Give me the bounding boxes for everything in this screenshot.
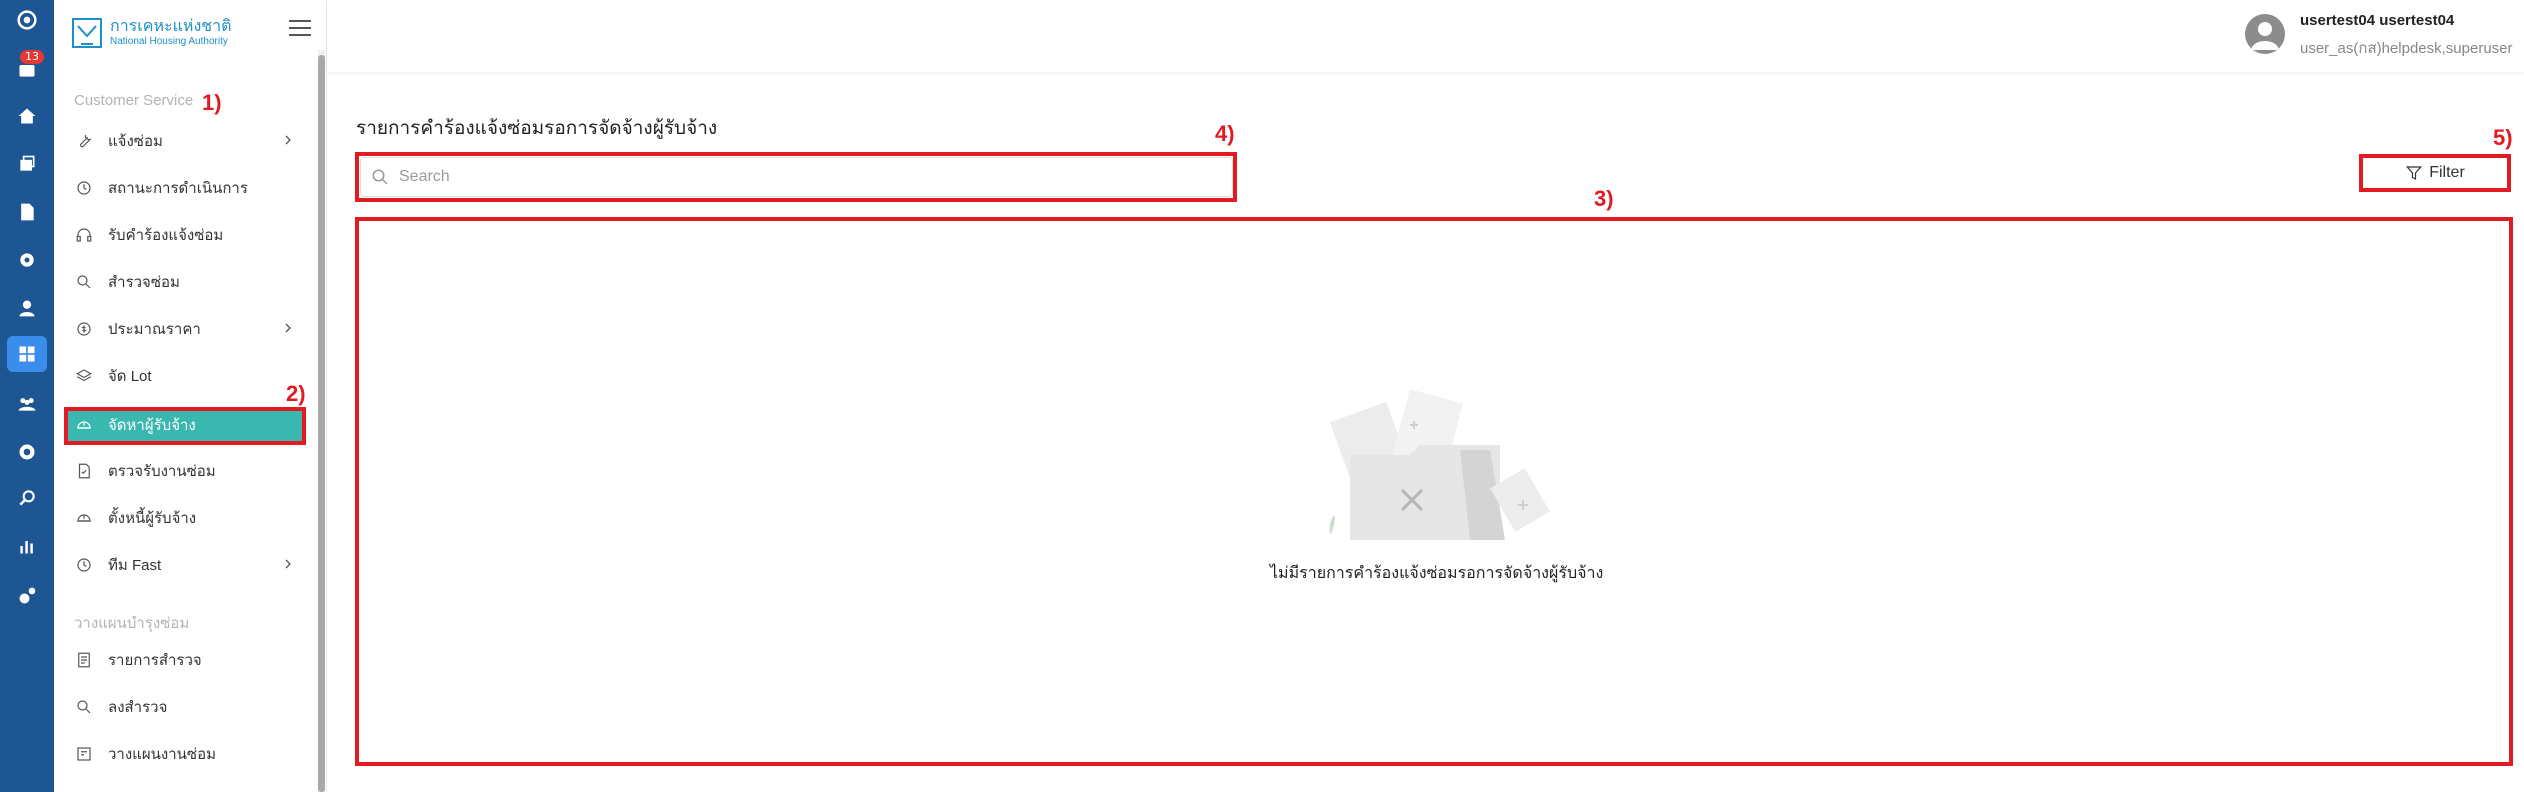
search-icon	[74, 272, 94, 292]
sidebar2-item-2[interactable]: วางแผนงานซ่อม	[66, 737, 306, 771]
sidebar-item-0[interactable]: แจ้งซ่อม	[66, 124, 306, 158]
helmet-icon	[74, 508, 94, 528]
layers-icon[interactable]	[7, 146, 47, 182]
chevron-right-icon	[280, 132, 296, 148]
history-icon	[74, 178, 94, 198]
sidebar-item-label: ทีม Fast	[108, 557, 162, 574]
page-title: รายการคำร้องแจ้งซ่อมรอการจัดจ้างผู้รับจ้…	[356, 118, 718, 139]
search-icon	[74, 697, 94, 717]
search-icon[interactable]	[7, 480, 47, 516]
doc-check-icon	[74, 461, 94, 481]
hamburger-menu-icon[interactable]	[289, 20, 311, 36]
sidebar2-item-0[interactable]: รายการสำรวจ	[66, 643, 306, 677]
user-name: usertest04 usertest04	[2300, 12, 2455, 29]
app: 13 การเคหะแห่งชาติ National Housing Auth…	[0, 0, 2524, 792]
sidebar-item-label: รายการสำรวจ	[108, 652, 202, 669]
annotation-box-2	[64, 407, 306, 445]
history-icon	[74, 555, 94, 575]
section-customer-service: Customer Service	[74, 92, 194, 109]
sidebar-item-1[interactable]: สถานะการดำเนินการ	[66, 171, 306, 205]
chevron-right-icon	[280, 556, 296, 572]
wrench-icon	[74, 131, 94, 151]
sidebar-item-label: สำรวจซ่อม	[108, 274, 180, 291]
sidebar2-item-1[interactable]: ลงสำรวจ	[66, 690, 306, 724]
sidebar-item-label: ตั้งหนี้ผู้รับจ้าง	[108, 510, 197, 527]
settings-cog-icon[interactable]	[7, 242, 47, 278]
document-icon[interactable]	[7, 194, 47, 230]
tools-icon[interactable]	[7, 578, 47, 614]
sidebar-item-label: แจ้งซ่อม	[108, 133, 163, 150]
avatar[interactable]	[2245, 14, 2285, 54]
top-bar	[327, 0, 2524, 72]
icon-rail: 13	[0, 0, 54, 792]
annotation-box-4	[355, 152, 1237, 202]
annotation-label-5: 5)	[2493, 125, 2513, 150]
sidebar-item-label: ลงสำรวจ	[108, 699, 168, 716]
sidebar-item-4[interactable]: ประมาณราคา	[66, 312, 306, 346]
annotation-label-1: 1)	[202, 90, 222, 115]
annotation-box-5	[2359, 154, 2511, 192]
logo-icon[interactable]	[7, 2, 47, 38]
sidebar-item-2[interactable]: รับคำร้องแจ้งซ่อม	[66, 218, 306, 252]
user-icon[interactable]	[7, 290, 47, 326]
dashboard-icon[interactable]	[7, 336, 47, 372]
sidebar-item-label: จัด Lot	[108, 368, 152, 385]
headset-icon	[74, 225, 94, 245]
team-icon[interactable]	[7, 386, 47, 422]
gear-icon[interactable]	[7, 434, 47, 470]
user-role: user_as(กส)helpdesk,superuser	[2300, 40, 2513, 57]
coin-icon	[74, 319, 94, 339]
annotation-label-3: 3)	[1594, 186, 1614, 211]
sidebar-item-5[interactable]: จัด Lot	[66, 359, 306, 393]
brand-name-th: การเคหะแห่งชาติ	[110, 18, 232, 35]
sidebar-item-label: วางแผนงานซ่อม	[108, 746, 216, 763]
list-icon	[74, 650, 94, 670]
sidebar-item-label: สถานะการดำเนินการ	[108, 180, 248, 197]
annotation-label-4: 4)	[1215, 121, 1235, 146]
sidebar-item-3[interactable]: สำรวจซ่อม	[66, 265, 306, 299]
sidebar-item-7[interactable]: ตรวจรับงานซ่อม	[66, 454, 306, 488]
nha-logo-icon	[72, 18, 102, 48]
sidebar-scrollbar[interactable]	[318, 55, 325, 792]
home-icon[interactable]	[7, 98, 47, 134]
sidebar-item-label: ประมาณราคา	[108, 321, 201, 338]
brand-logo[interactable]: การเคหะแห่งชาติ National Housing Authori…	[72, 18, 231, 48]
brand-name-en: National Housing Authority	[110, 36, 228, 47]
sidebar-item-label: รับคำร้องแจ้งซ่อม	[108, 227, 224, 244]
notification-badge: 13	[20, 50, 44, 64]
section-maintenance-planning: วางแผนบำรุงซ่อม	[74, 615, 190, 632]
stack-icon	[74, 366, 94, 386]
annotation-box-3	[355, 217, 2513, 766]
sidebar-item-label: ตรวจรับงานซ่อม	[108, 463, 216, 480]
plan-icon	[74, 744, 94, 764]
chart-icon[interactable]	[7, 528, 47, 564]
annotation-label-2: 2)	[286, 381, 306, 406]
chevron-right-icon	[280, 320, 296, 336]
sidebar-item-9[interactable]: ทีม Fast	[66, 548, 306, 582]
sidebar-item-8[interactable]: ตั้งหนี้ผู้รับจ้าง	[66, 501, 306, 535]
